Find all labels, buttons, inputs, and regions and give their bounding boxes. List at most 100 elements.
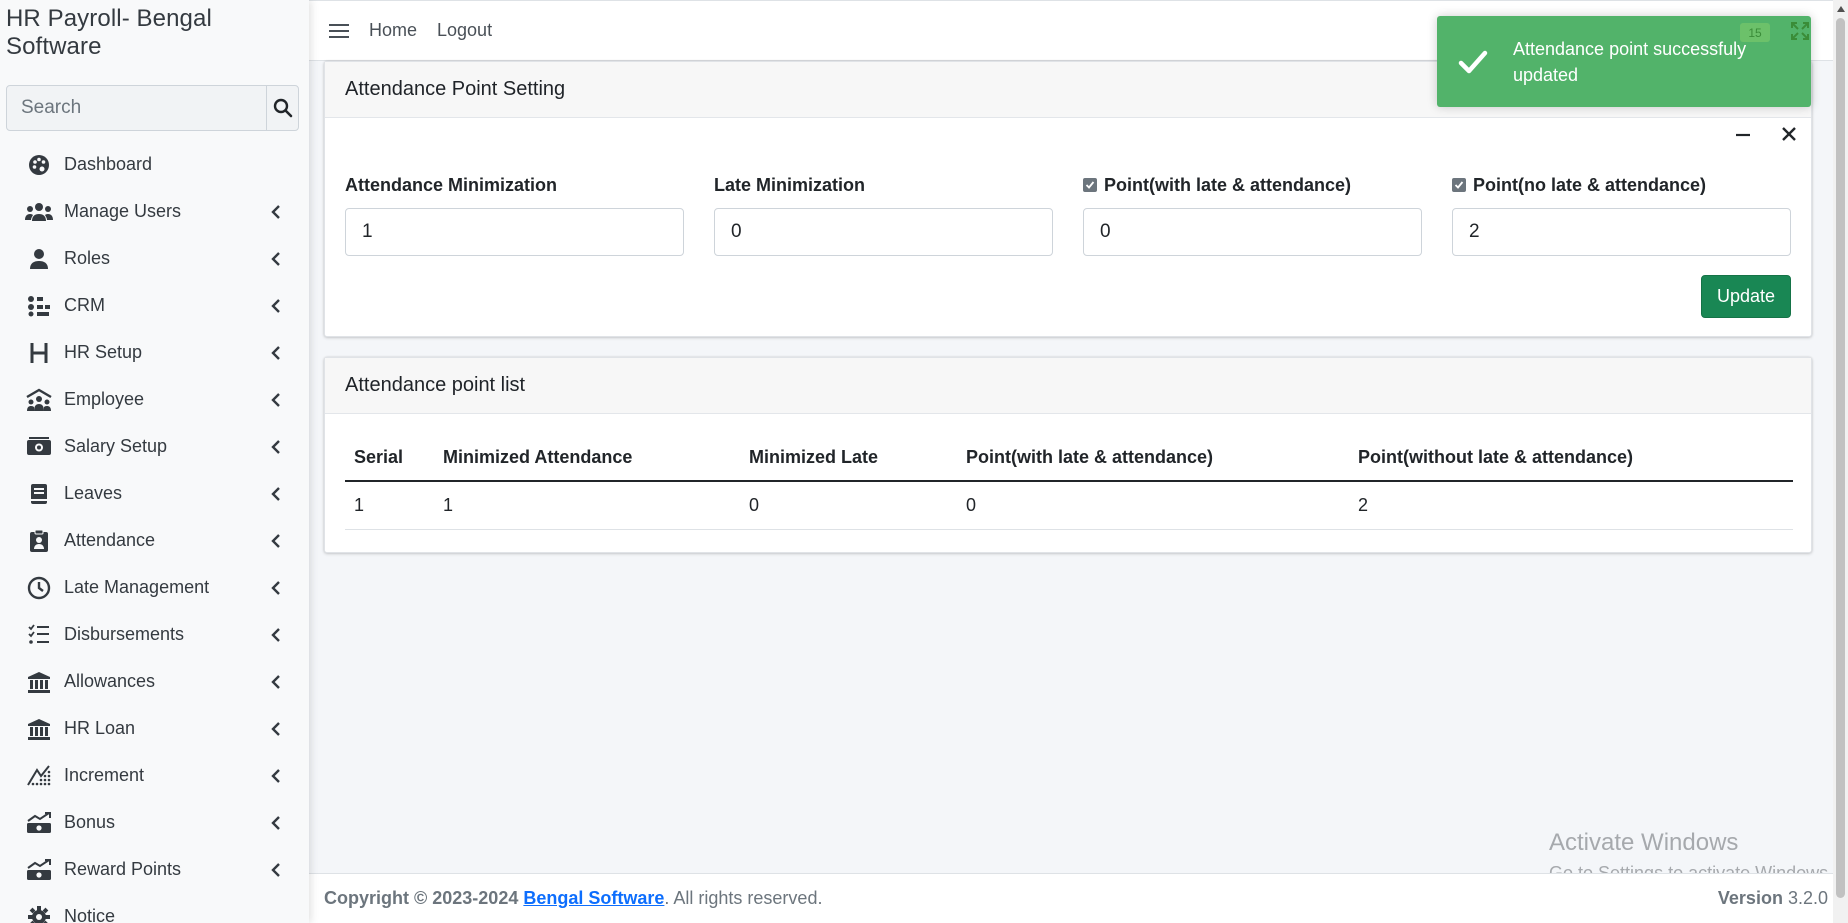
check-icon [1457,46,1489,78]
card-tools [1733,124,1799,144]
setting-fields: Attendance Minimization Late Minimizatio… [345,174,1791,256]
list-check-icon [24,622,54,648]
page-scrollbar[interactable] [1833,0,1848,923]
sidebar-item-label: Late Management [64,577,210,597]
chevron-left-icon [269,578,283,598]
user-icon [24,246,54,272]
sidebar-item-allowances[interactable]: Allowances [0,658,309,705]
sidebar-item-label: Manage Users [64,201,182,221]
table-wrapper: Serial Minimized Attendance Minimized La… [345,435,1793,530]
table-row: 1 1 0 0 2 [345,481,1793,530]
table-cell: 2 [1349,481,1793,530]
gear-icon [24,904,54,923]
money-bill-trend-icon [24,810,54,836]
late-minimization-field: Late Minimization [714,174,1053,256]
chevron-left-icon [269,249,283,269]
footer: Copyright © 2023-2024 Bengal Software. A… [309,873,1848,923]
sidebar-item-notice[interactable]: Notice [0,893,309,923]
company-link[interactable]: Bengal Software [523,888,664,909]
sidebar-item-label: Notice [64,906,116,923]
late-minimization-input[interactable] [714,208,1053,256]
close-button[interactable] [1779,124,1799,144]
chevron-left-icon [269,343,283,363]
sidebar-item-label: Bonus [64,812,116,832]
card-title: Attendance point list [325,358,1811,414]
search-icon [273,98,292,118]
sidebar-item-crm[interactable]: CRM [0,282,309,329]
table-cell: 0 [740,481,957,530]
scrollbar-thumb[interactable] [1836,18,1845,898]
close-icon [1782,127,1796,141]
palette-icon [24,152,54,178]
point-no-late-field: Point(no late & attendance) [1452,174,1791,256]
sidebar-item-label: Disbursements [64,624,185,644]
sidebar-item-label: CRM [64,295,105,315]
attendance-point-table: Serial Minimized Attendance Minimized La… [345,435,1793,530]
chevron-left-icon [269,813,283,833]
sidebar-item-label: Roles [64,248,111,268]
point-with-late-checkbox[interactable] [1083,178,1097,192]
sidebar-item-leaves[interactable]: Leaves [0,470,309,517]
notification-badge[interactable]: 15 [1740,23,1770,42]
update-button[interactable]: Update [1701,275,1791,318]
chevron-left-icon [269,672,283,692]
sidebar-item-salary-setup[interactable]: Salary Setup [0,423,309,470]
column-header: Point(with late & attendance) [957,435,1349,482]
field-label: Point(with late & attendance) [1104,174,1352,195]
sidebar-item-label: Dashboard [64,154,153,174]
chevron-left-icon [269,531,283,551]
menu-toggle-icon[interactable] [329,21,349,41]
sidebar-item-employee[interactable]: Employee [0,376,309,423]
column-header: Serial [345,435,434,482]
sidebar-item-label: HR Setup [64,342,143,362]
column-header: Minimized Attendance [434,435,740,482]
field-label: Late Minimization [714,174,866,195]
sidebar-item-hr-loan[interactable]: HR Loan [0,705,309,752]
sidebar-item-attendance[interactable]: Attendance [0,517,309,564]
bank-icon [24,716,54,742]
sidebar-item-label: Reward Points [64,859,182,879]
check-icon [1085,181,1095,189]
attendance-minimization-field: Attendance Minimization [345,174,684,256]
nav-home-link[interactable]: Home [369,20,417,41]
attendance-minimization-input[interactable] [345,208,684,256]
sidebar-item-dashboard[interactable]: Dashboard [0,141,309,188]
sidebar-item-label: Attendance [64,530,156,550]
field-label: Attendance Minimization [345,174,558,195]
sidebar-item-label: Leaves [64,483,123,503]
collapse-button[interactable] [1733,124,1753,144]
sidebar-item-manage-users[interactable]: Manage Users [0,188,309,235]
users-icon [24,199,54,225]
fullscreen-icon[interactable] [1791,22,1809,45]
sidebar-item-roles[interactable]: Roles [0,235,309,282]
column-header: Minimized Late [740,435,957,482]
sidebar-item-bonus[interactable]: Bonus [0,799,309,846]
toast-message: Attendance point successfuly updated [1513,38,1747,85]
h-icon [24,340,54,366]
scroll-up-icon[interactable] [1833,0,1848,17]
sidebar-item-label: Allowances [64,671,156,691]
app-title[interactable]: HR Payroll- Bengal Software [0,0,309,66]
check-icon [1454,181,1464,189]
search-button[interactable] [266,86,298,130]
chevron-left-icon [269,202,283,222]
sidebar-item-hr-setup[interactable]: HR Setup [0,329,309,376]
chevron-left-icon [269,437,283,457]
sidebar-item-reward-points[interactable]: Reward Points [0,846,309,893]
clock-icon [24,575,54,601]
sidebar-item-label: Employee [64,389,145,409]
sidebar-item-disbursements[interactable]: Disbursements [0,611,309,658]
point-no-late-input[interactable] [1452,208,1791,256]
field-label: Point(no late & attendance) [1473,174,1707,195]
search-input[interactable] [7,86,266,130]
bank-icon [24,669,54,695]
nav-logout-link[interactable]: Logout [437,20,492,41]
sidebar-item-late-management[interactable]: Late Management [0,564,309,611]
sidebar-item-label: Salary Setup [64,436,168,456]
rights-text: . All rights reserved. [664,888,823,908]
money-icon [24,434,54,460]
point-with-late-input[interactable] [1083,208,1422,256]
crm-icon [24,293,54,319]
point-no-late-checkbox[interactable] [1452,178,1466,192]
sidebar-item-increment[interactable]: Increment [0,752,309,799]
